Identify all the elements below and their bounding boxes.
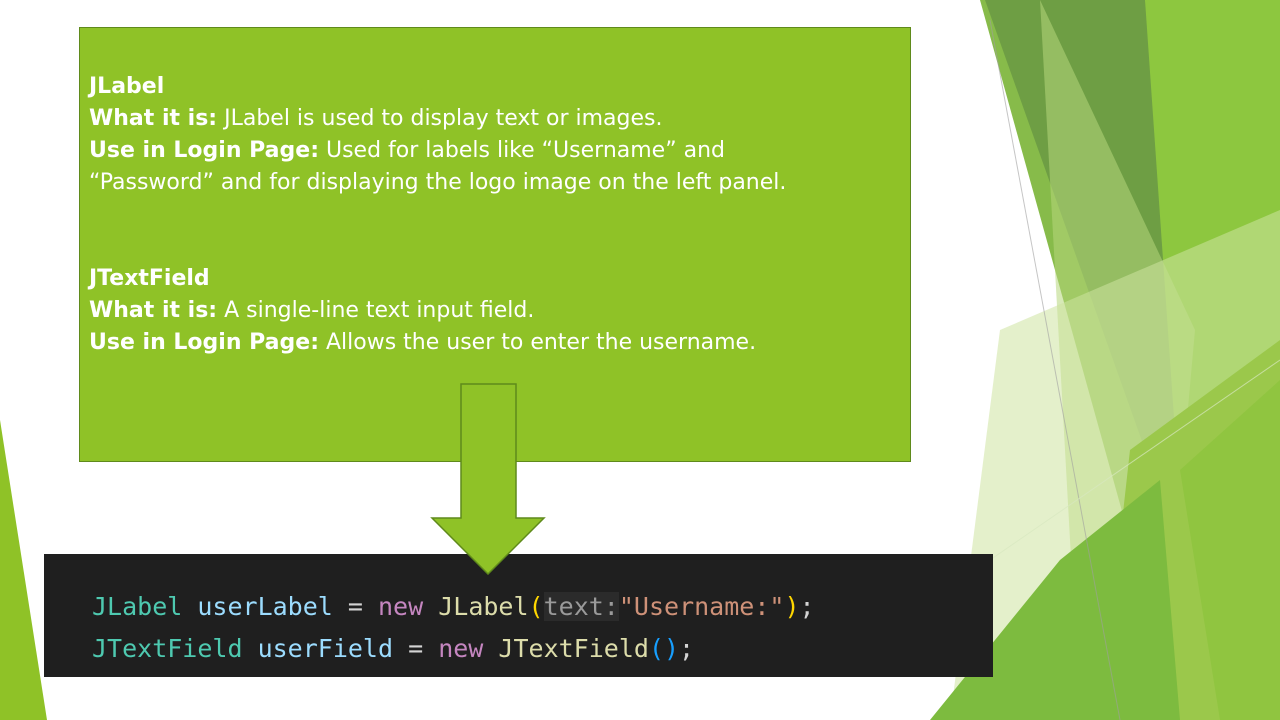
jlabel-heading: JLabel: [89, 74, 165, 99]
parameter-hint: text:: [543, 592, 619, 621]
jtextfield-what-it-is: What it is: A single-line text input fie…: [89, 298, 535, 323]
jlabel-what-it-is: What it is: JLabel is used to display te…: [89, 106, 663, 131]
jlabel-use-line1: Use in Login Page: Used for labels like …: [89, 138, 725, 163]
jtextfield-heading: JTextField: [89, 266, 210, 291]
code-line-1: JLabel userLabel = new JLabel(text:"User…: [92, 592, 815, 621]
down-arrow-icon: [430, 383, 546, 575]
jlabel-use-line2: “Password” and for displaying the logo i…: [89, 170, 787, 195]
jtextfield-use: Use in Login Page: Allows the user to en…: [89, 330, 757, 355]
code-line-2: JTextField userField = new JTextField();: [92, 634, 695, 663]
